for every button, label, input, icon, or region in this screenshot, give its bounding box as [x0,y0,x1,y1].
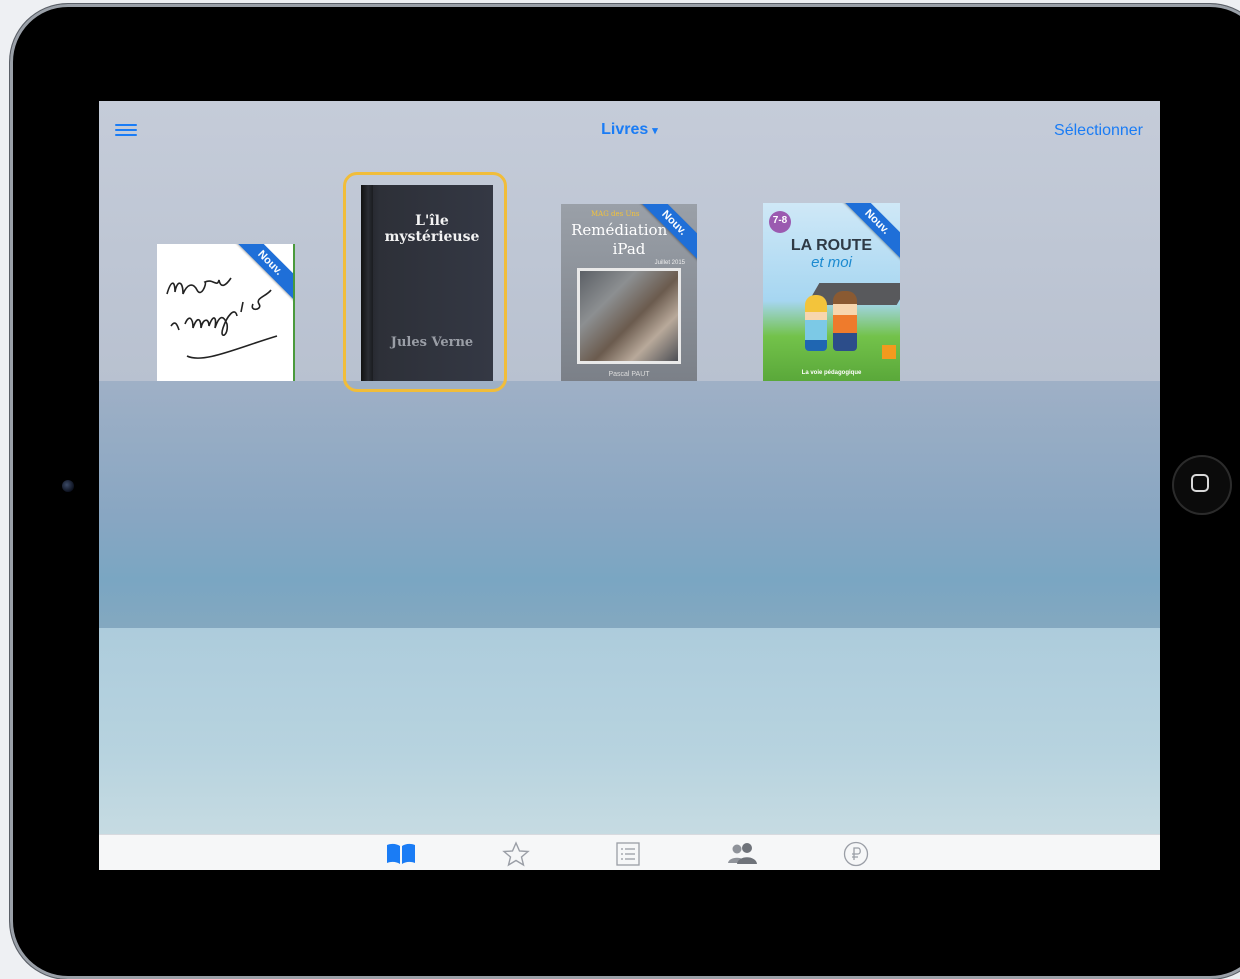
book-author: Jules Verne [390,335,474,350]
list-icon [616,842,640,866]
book-la-route-et-moi[interactable]: 7-8 LA ROUTE et moi La voie pédagogique … [763,203,900,381]
shelf-front [99,381,1160,629]
book-l-ile-mysterieuse[interactable]: L'île mystérieuse Jules Verne [361,185,493,381]
book-subtitle: et moi [811,254,852,271]
book-date: Juillet 2015 [654,260,685,266]
child-illustration-girl [805,295,827,351]
book-remediation-et-ipad[interactable]: MAG des Uns Remédiation et iPad Juillet … [561,204,697,381]
purchased-icon [843,841,869,867]
book-footer: Pascal PAUT [608,371,650,378]
tab-top-charts[interactable] [611,841,645,867]
tab-bar [99,834,1160,870]
open-book-icon [387,843,415,864]
tab-top-authors[interactable] [725,841,759,867]
book-title: LA ROUTE [790,237,873,254]
tab-purchased[interactable] [839,841,873,867]
cover-photo [577,268,681,364]
age-badge: 7-8 [769,211,791,233]
magazine-name: MAG des Uns [591,210,640,218]
camera-icon [62,480,74,492]
ibooks-screen: Livres ▾ Sélectionner Nouv. L'île mystéri… [99,101,1160,870]
child-illustration-boy [833,291,857,351]
book-title: L'île mystérieuse [384,213,480,245]
tab-my-books[interactable] [384,841,418,867]
book-mon-imagier[interactable]: Nouv. [157,244,295,381]
collection-title[interactable]: Livres ▾ [99,121,1160,139]
tab-featured[interactable] [499,841,533,867]
book-caption: La voie pédagogique [801,370,862,376]
navigation-bar: Livres ▾ Sélectionner [99,111,1160,151]
people-icon [728,843,757,864]
collection-title-label: Livres [601,121,649,138]
star-icon [502,841,530,867]
select-button[interactable]: Sélectionner [1054,122,1143,140]
shelf-lower [99,628,1160,834]
home-button[interactable] [1172,455,1232,515]
chevron-down-icon: ▾ [652,125,658,137]
home-square-icon [1191,474,1209,492]
publisher-logo [882,345,896,359]
